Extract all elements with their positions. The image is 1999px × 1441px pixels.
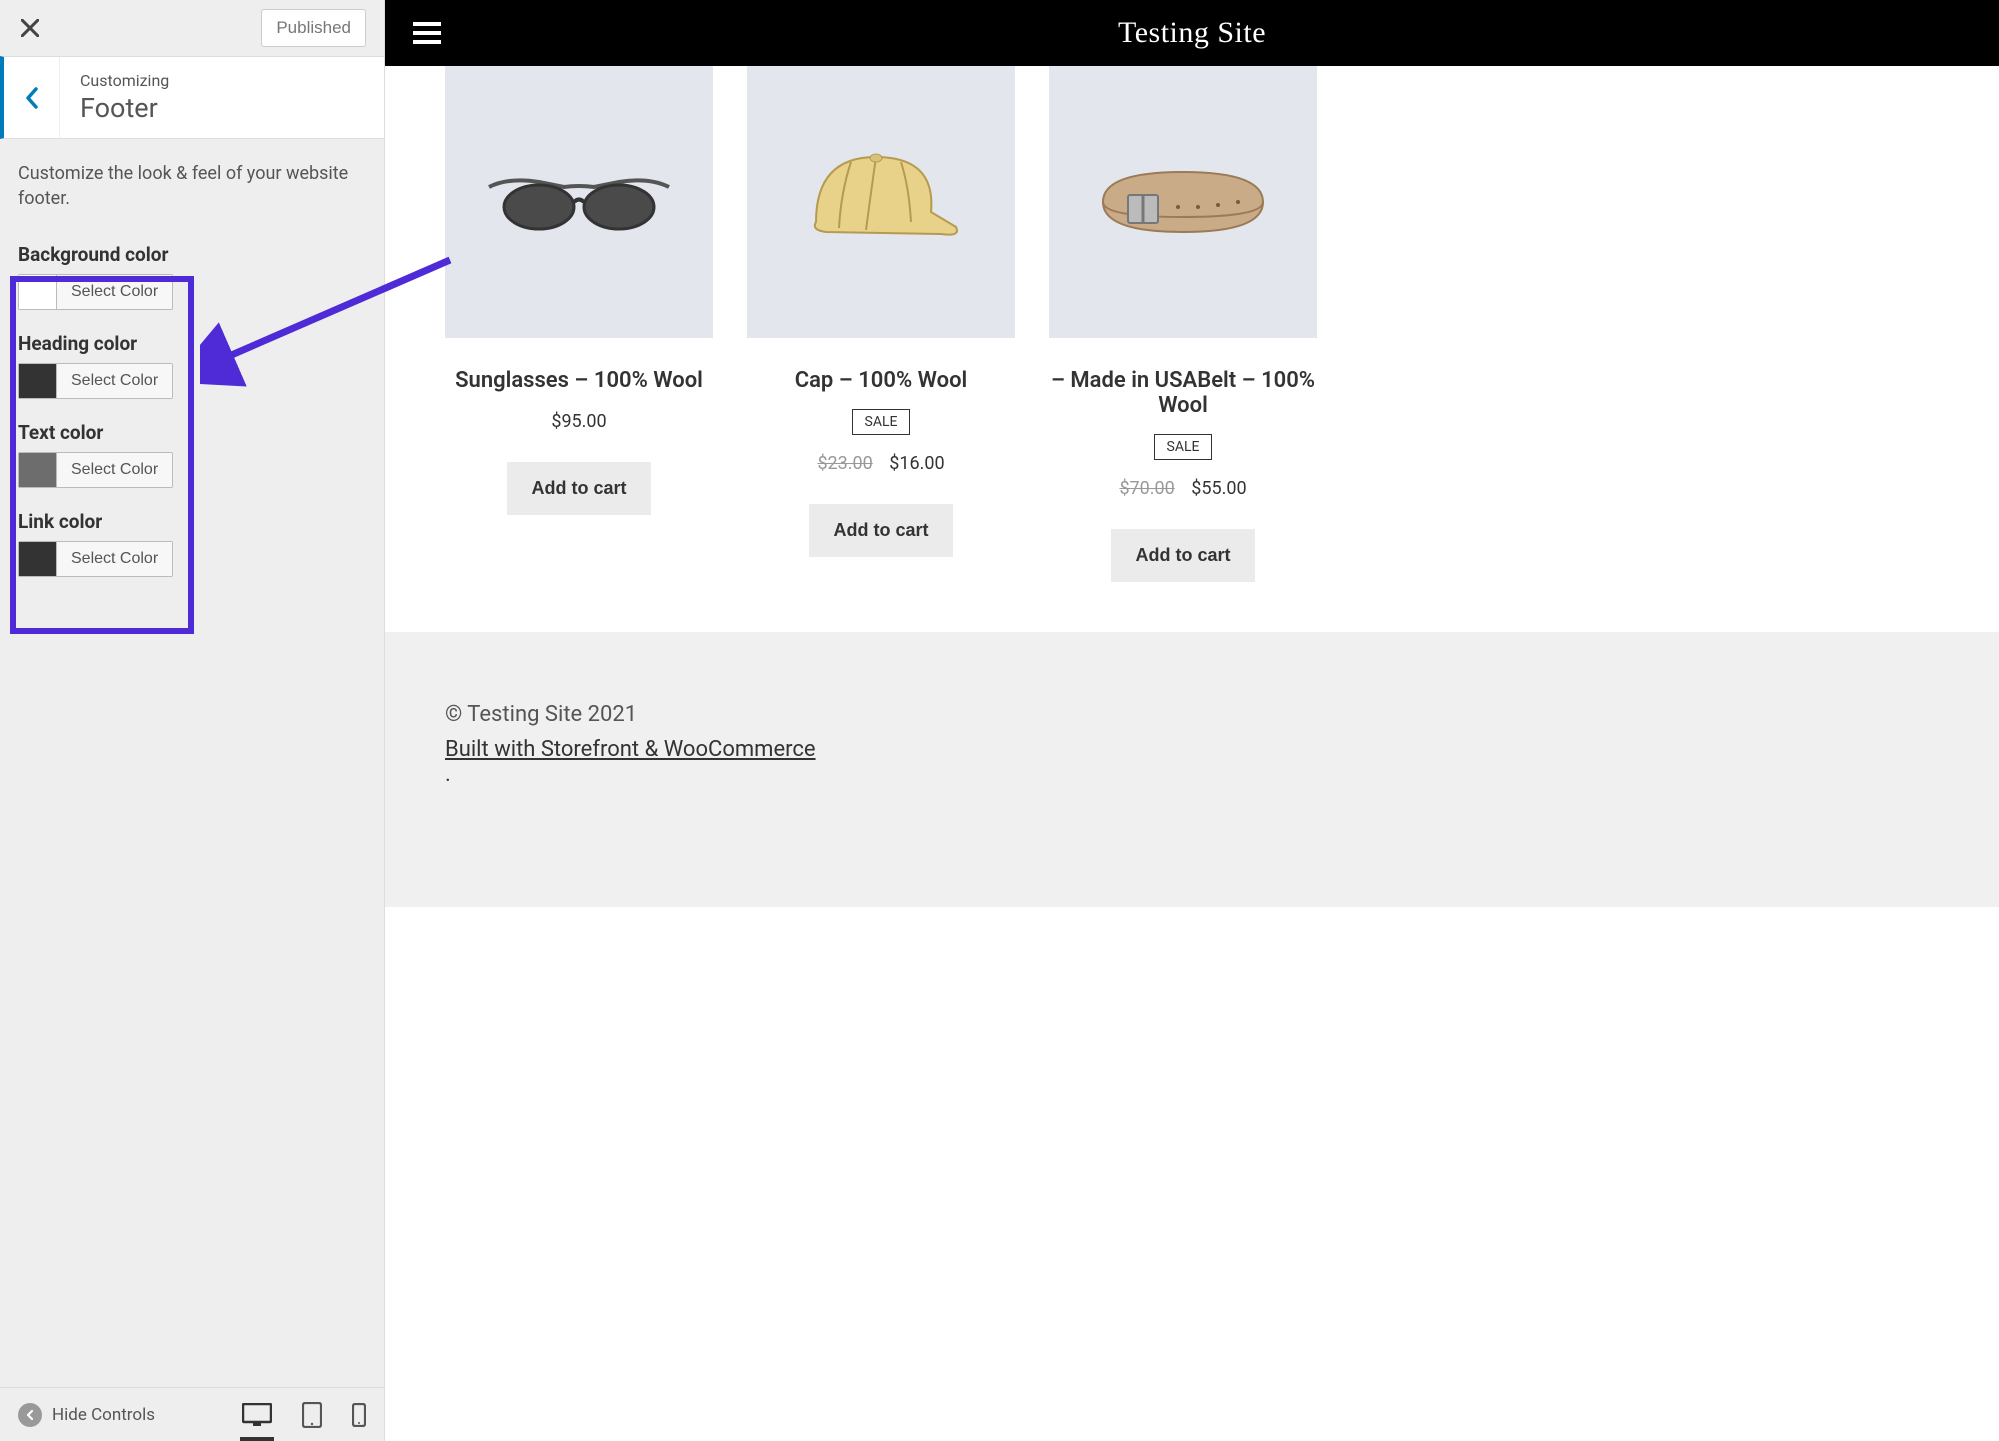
sidebar-footer: Hide Controls <box>0 1387 384 1441</box>
desktop-icon <box>242 1403 272 1427</box>
control-label: Text color <box>18 421 366 444</box>
select-color-button[interactable]: Select Color <box>57 275 172 309</box>
customizer-sidebar: Published Customizing Footer Customize t… <box>0 0 385 1441</box>
panel-header: Customizing Footer <box>0 56 384 139</box>
close-button[interactable] <box>0 0 60 56</box>
hamburger-icon <box>413 22 441 26</box>
product-price: $95.00 <box>551 411 606 432</box>
add-to-cart-button[interactable]: Add to cart <box>1111 529 1254 582</box>
price-current: $55.00 <box>1191 478 1246 499</box>
site-footer: © Testing Site 2021 Built with Storefron… <box>385 632 1999 907</box>
mobile-icon <box>352 1403 366 1427</box>
footer-copyright: © Testing Site 2021 <box>445 702 1939 727</box>
hide-controls-label: Hide Controls <box>52 1405 155 1425</box>
menu-button[interactable] <box>413 22 441 44</box>
color-swatch <box>19 364 57 398</box>
select-color-button[interactable]: Select Color <box>57 453 172 487</box>
controls-container: Background color Select Color Heading co… <box>0 221 384 595</box>
price-current: $16.00 <box>889 453 944 474</box>
product-image[interactable] <box>747 66 1015 338</box>
panel-description: Customize the look & feel of your websit… <box>0 139 384 221</box>
site-preview: Testing Site Sunglasses – 100% Wool $95.… <box>385 0 1999 1441</box>
belt-icon <box>1083 147 1283 257</box>
color-picker[interactable]: Select Color <box>18 363 173 399</box>
price-current: $95.00 <box>551 411 606 432</box>
color-swatch <box>19 453 57 487</box>
sale-badge: SALE <box>1154 434 1213 460</box>
product-title: – Made in USABelt – 100% Wool <box>1049 368 1317 418</box>
control-background-color: Background color Select Color <box>18 243 366 310</box>
price-old: $70.00 <box>1119 478 1174 499</box>
product-card: – Made in USABelt – 100% Wool SALE $70.0… <box>1049 66 1317 582</box>
shop-content: Sunglasses – 100% Wool $95.00 Add to car… <box>385 66 1999 1441</box>
sidebar-topbar: Published <box>0 0 384 56</box>
tablet-icon <box>302 1402 322 1428</box>
select-color-button[interactable]: Select Color <box>57 364 172 398</box>
cap-icon <box>791 132 971 272</box>
control-link-color: Link color Select Color <box>18 510 366 577</box>
add-to-cart-button[interactable]: Add to cart <box>809 504 952 557</box>
product-card: Cap – 100% Wool SALE $23.00 $16.00 Add t… <box>747 66 1015 582</box>
add-to-cart-button[interactable]: Add to cart <box>507 462 650 515</box>
control-text-color: Text color Select Color <box>18 421 366 488</box>
device-desktop-button[interactable] <box>242 1403 272 1427</box>
color-picker[interactable]: Select Color <box>18 274 173 310</box>
panel-title: Footer <box>80 92 169 124</box>
product-card: Sunglasses – 100% Wool $95.00 Add to car… <box>445 66 713 582</box>
site-title: Testing Site <box>385 16 1999 50</box>
control-label: Heading color <box>18 332 366 355</box>
color-picker[interactable]: Select Color <box>18 541 173 577</box>
back-button[interactable] <box>4 57 60 138</box>
control-label: Background color <box>18 243 366 266</box>
product-grid: Sunglasses – 100% Wool $95.00 Add to car… <box>385 66 1999 632</box>
price-old: $23.00 <box>817 453 872 474</box>
control-heading-color: Heading color Select Color <box>18 332 366 399</box>
hide-controls-button[interactable]: Hide Controls <box>18 1403 155 1427</box>
panel-eyebrow: Customizing <box>80 71 169 90</box>
close-icon <box>21 19 39 37</box>
chevron-left-icon <box>25 87 39 109</box>
color-swatch <box>19 275 57 309</box>
collapse-icon <box>18 1403 42 1427</box>
publish-status-button[interactable]: Published <box>261 9 366 47</box>
product-title: Sunglasses – 100% Wool <box>455 368 703 393</box>
color-picker[interactable]: Select Color <box>18 452 173 488</box>
device-mobile-button[interactable] <box>352 1403 366 1427</box>
sunglasses-icon <box>484 157 674 247</box>
select-color-button[interactable]: Select Color <box>57 542 172 576</box>
product-price: $70.00 $55.00 <box>1119 478 1246 499</box>
color-swatch <box>19 542 57 576</box>
product-title: Cap – 100% Wool <box>795 368 968 393</box>
device-tablet-button[interactable] <box>302 1402 322 1428</box>
product-image[interactable] <box>445 66 713 338</box>
device-preview-buttons <box>242 1402 366 1428</box>
sale-badge: SALE <box>852 409 911 435</box>
control-label: Link color <box>18 510 366 533</box>
footer-built-link[interactable]: Built with Storefront & WooCommerce <box>445 737 1939 762</box>
site-header: Testing Site <box>385 0 1999 66</box>
product-price: $23.00 $16.00 <box>817 453 944 474</box>
footer-built-suffix: . <box>445 762 451 787</box>
product-image[interactable] <box>1049 66 1317 338</box>
